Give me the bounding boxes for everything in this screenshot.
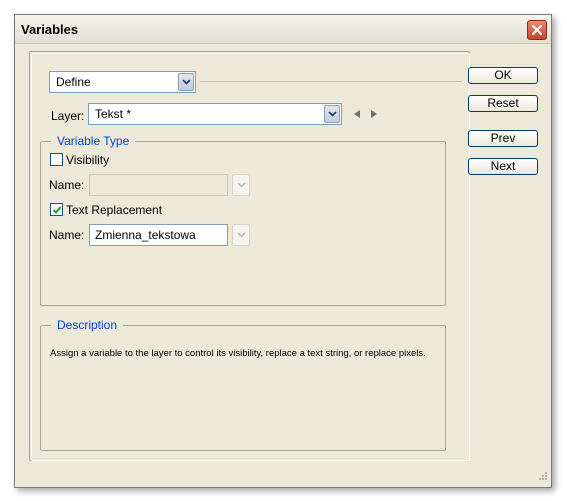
variables-dialog: Variables Define Layer: Tekst * Variable… <box>14 14 552 488</box>
main-panel: Define Layer: Tekst * Variable Type Visi… <box>29 51 470 461</box>
title-bar[interactable]: Variables <box>15 15 551 44</box>
layer-dropdown-value: Tekst * <box>95 107 132 121</box>
text-replacement-label: Text Replacement <box>66 203 163 217</box>
next-button[interactable]: Next <box>468 158 538 175</box>
layer-label: Layer: <box>51 109 85 123</box>
chevron-down-icon <box>236 232 246 238</box>
close-button[interactable] <box>527 20 547 40</box>
layer-dropdown[interactable]: Tekst * <box>88 103 342 125</box>
visibility-checkbox[interactable] <box>50 153 63 166</box>
description-text: Assign a variable to the layer to contro… <box>50 348 426 359</box>
description-legend: Description <box>51 318 124 332</box>
reset-button[interactable]: Reset <box>468 95 538 112</box>
variable-type-legend: Variable Type <box>51 134 136 148</box>
close-icon <box>531 24 543 36</box>
visibility-name-label: Name: <box>49 178 85 192</box>
chevron-down-icon <box>236 182 246 188</box>
dialog-title: Variables <box>21 22 79 37</box>
chevron-down-icon[interactable] <box>324 105 340 123</box>
previous-layer-icon[interactable] <box>352 108 362 122</box>
text-replacement-name-label: Name: <box>49 228 85 242</box>
text-replacement-checkbox[interactable] <box>50 203 63 216</box>
header-separator <box>200 81 462 82</box>
resize-grip-icon[interactable] <box>538 470 548 484</box>
mode-dropdown[interactable]: Define <box>49 71 196 93</box>
visibility-name-dropdown[interactable] <box>232 174 250 196</box>
text-replacement-name-input[interactable]: Zmienna_tekstowa <box>89 224 228 246</box>
prev-button[interactable]: Prev <box>468 130 538 147</box>
chevron-down-icon[interactable] <box>178 73 194 91</box>
visibility-label: Visibility <box>66 153 110 167</box>
variable-type-group: Variable Type Visibility Name: Text Repl… <box>40 134 446 306</box>
ok-button[interactable]: OK <box>468 67 538 84</box>
checkmark-icon <box>52 205 61 214</box>
text-replacement-name-dropdown[interactable] <box>232 224 250 246</box>
mode-dropdown-value: Define <box>56 75 91 89</box>
next-layer-icon[interactable] <box>369 108 379 122</box>
description-group: Description Assign a variable to the lay… <box>40 318 446 451</box>
visibility-name-input[interactable] <box>89 174 228 196</box>
